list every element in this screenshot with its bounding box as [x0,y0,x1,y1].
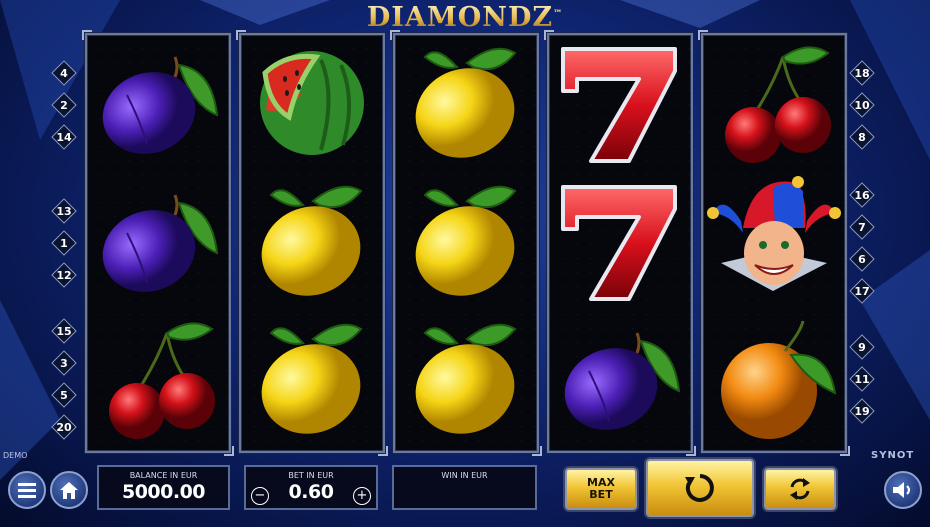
cherry-icon [703,35,845,173]
balance-label: BALANCE IN EUR [129,471,198,480]
payline-marker[interactable]: 8 [849,124,875,150]
payline-number: 11 [854,372,870,386]
payline-marker[interactable]: 4 [51,60,77,86]
reel-5 [698,30,850,456]
payline-number: 6 [858,252,866,266]
payline-number: 18 [854,66,870,80]
lemon-icon [395,35,537,173]
bet-panel: BET IN EUR 0.60 − + [244,465,378,510]
bet-label: BET IN EUR [288,471,334,480]
payline-marker[interactable]: 19 [849,398,875,424]
payline-number: 12 [56,268,72,282]
balance-value: 5000.00 [121,481,206,503]
home-icon [60,481,78,499]
seven-icon [549,173,691,311]
payline-marker[interactable]: 2 [51,92,77,118]
payline-marker[interactable]: 13 [51,198,77,224]
seven-icon [549,35,691,173]
payline-number: 17 [854,284,870,298]
payline-number: 1 [60,236,68,250]
joker-icon [703,173,845,311]
lemon-icon [395,173,537,311]
menu-icon [18,483,36,498]
payline-marker[interactable]: 10 [849,92,875,118]
win-panel: WIN IN EUR [392,465,537,510]
payline-number: 8 [858,130,866,144]
payline-marker[interactable]: 1 [51,230,77,256]
payline-number: 14 [56,130,72,144]
payline-marker[interactable]: 5 [51,382,77,408]
payline-number: 16 [854,188,870,202]
payline-marker[interactable]: 18 [849,60,875,86]
lemon-icon [241,173,383,311]
payline-marker[interactable]: 9 [849,334,875,360]
orange-icon [703,311,845,449]
autoplay-button[interactable] [764,468,836,510]
plum-icon [549,311,691,449]
payline-number: 3 [60,356,68,370]
payline-number: 2 [60,98,68,112]
cherry-icon [87,311,229,449]
payline-number: 19 [854,404,870,418]
reel-2 [236,30,388,456]
payline-number: 13 [56,204,72,218]
autoplay-icon [790,478,810,500]
payline-number: 4 [60,66,68,80]
demo-label: DEMO [3,451,28,460]
payline-number: 15 [56,324,72,338]
win-label: WIN IN EUR [441,471,488,480]
bet-decrease-button[interactable]: − [251,487,269,505]
plum-icon [87,35,229,173]
payline-marker[interactable]: 14 [51,124,77,150]
reel-1 [82,30,234,456]
watermelon-icon [241,35,383,173]
reel-3 [390,30,542,456]
payline-marker[interactable]: 20 [51,414,77,440]
lemon-icon [241,311,383,449]
payline-number: 5 [60,388,68,402]
balance-panel: BALANCE IN EUR 5000.00 [97,465,230,510]
payline-number: 10 [854,98,870,112]
max-bet-button[interactable]: MAX BET [565,468,637,510]
payline-marker[interactable]: 17 [849,278,875,304]
provider-logo: SYNOT [871,450,915,461]
payline-marker[interactable]: 6 [849,246,875,272]
payline-number: 7 [858,220,866,234]
spin-icon [685,474,714,502]
lemon-icon [395,311,537,449]
payline-marker[interactable]: 12 [51,262,77,288]
menu-button[interactable] [8,471,46,509]
home-button[interactable] [50,471,88,509]
plum-icon [87,173,229,311]
bet-increase-button[interactable]: + [353,487,371,505]
spin-button[interactable] [646,459,754,517]
payline-marker[interactable]: 3 [51,350,77,376]
payline-marker[interactable]: 16 [849,182,875,208]
sound-button[interactable] [884,471,922,509]
game-logo: DIAMONDZ™ [0,2,930,33]
payline-marker[interactable]: 11 [849,366,875,392]
payline-number: 20 [56,420,72,434]
sound-icon [893,482,910,498]
payline-number: 9 [858,340,866,354]
payline-marker[interactable]: 15 [51,318,77,344]
payline-marker[interactable]: 7 [849,214,875,240]
reel-4 [544,30,696,456]
